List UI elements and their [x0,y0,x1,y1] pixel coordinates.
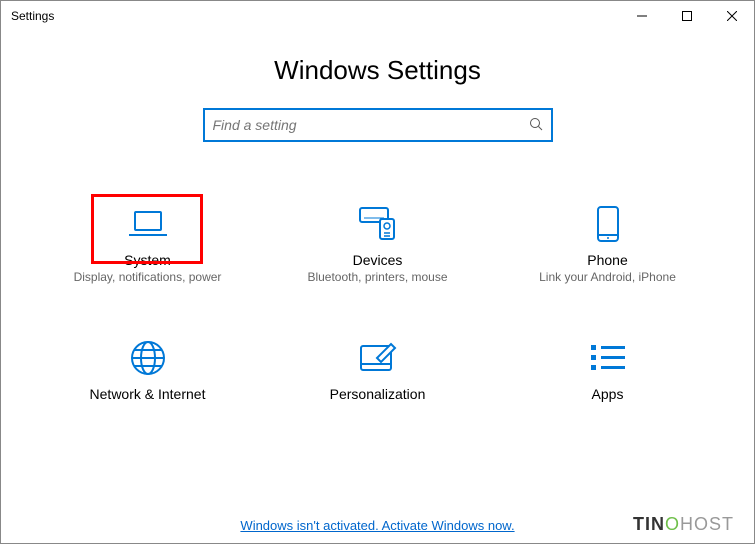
tile-title: Devices [283,252,473,268]
tile-title: Personalization [283,386,473,402]
apps-list-icon [513,336,703,380]
tile-title: Apps [513,386,703,402]
maximize-icon [682,11,692,21]
minimize-button[interactable] [619,1,664,31]
tile-devices[interactable]: Devices Bluetooth, printers, mouse [283,202,473,286]
watermark-o: O [665,514,680,534]
devices-icon [283,202,473,246]
tile-phone[interactable]: Phone Link your Android, iPhone [513,202,703,286]
tile-network[interactable]: Network & Internet [53,336,243,404]
watermark: TINOHOST [633,514,734,535]
tile-title: Phone [513,252,703,268]
search-box[interactable] [203,108,553,142]
tile-apps[interactable]: Apps [513,336,703,404]
globe-icon [53,336,243,380]
close-icon [727,11,737,21]
tile-system[interactable]: System Display, notifications, power [53,202,243,286]
tile-title: System [53,252,243,268]
search-icon [529,117,543,134]
settings-grid: System Display, notifications, power Dev… [1,202,754,454]
search-container [1,108,754,142]
tile-desc: Display, notifications, power [53,270,243,286]
window-controls [619,1,754,31]
tile-desc: Link your Android, iPhone [513,270,703,286]
phone-icon [513,202,703,246]
tile-title: Network & Internet [53,386,243,402]
search-input[interactable] [213,117,529,133]
tile-desc: Bluetooth, printers, mouse [283,270,473,286]
titlebar: Settings [1,1,754,31]
watermark-part2: HOST [680,514,734,534]
page-title: Windows Settings [1,55,754,86]
tile-personalization[interactable]: Personalization [283,336,473,404]
personalization-icon [283,336,473,380]
minimize-icon [637,11,647,21]
window-title: Settings [11,9,619,23]
maximize-button[interactable] [664,1,709,31]
watermark-part1: TIN [633,514,665,534]
laptop-icon [53,202,243,246]
close-button[interactable] [709,1,754,31]
